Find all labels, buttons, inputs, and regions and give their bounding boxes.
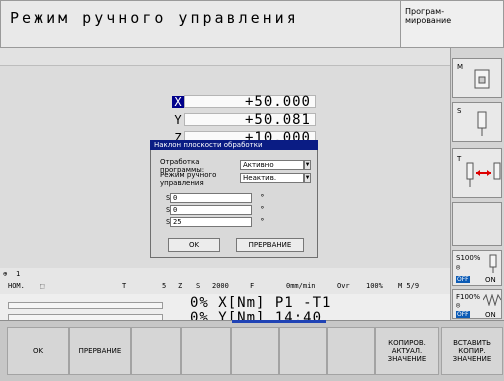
softkey-level-indicator	[232, 320, 326, 323]
dialog-title: Наклон плоскости обработки	[150, 140, 318, 150]
f100-label: F100%	[456, 293, 481, 301]
t-label: T	[122, 282, 127, 290]
axis-x-label[interactable]: X	[172, 96, 184, 108]
program-mode-line2: мирование	[405, 16, 452, 25]
dialog-cancel-button[interactable]: ПРЕРВАНИЕ	[236, 238, 304, 252]
spindle-icon	[477, 111, 487, 136]
softkey-ok[interactable]: OK	[7, 327, 69, 375]
spb-input[interactable]: 0	[170, 205, 252, 215]
tool-change-icon	[466, 162, 501, 187]
s100-label: S100%	[456, 254, 481, 262]
softkey-4[interactable]	[181, 327, 231, 375]
axis-x-value: +50.000	[184, 95, 316, 109]
dial-icon: ◎	[456, 301, 461, 309]
s-label: S	[196, 282, 201, 290]
f-off-badge[interactable]: OFF	[456, 311, 470, 318]
subheader-bar	[0, 48, 450, 66]
ovr-label: Ovr	[337, 282, 350, 290]
softkey-cancel[interactable]: ПРЕРВАНИЕ	[69, 327, 131, 375]
machine-icon	[474, 69, 490, 89]
axis-y-value: +50.081	[184, 113, 316, 127]
tool-number: 1	[16, 270, 21, 278]
chevron-down-icon[interactable]: ▼	[304, 173, 311, 183]
program-mode-line1: Програм-	[405, 7, 445, 16]
dialog-ok-button[interactable]: OK	[168, 238, 220, 252]
spc-unit: °	[260, 217, 265, 226]
program-mode-box[interactable]: Програм- мирование	[400, 0, 504, 48]
program-run-select[interactable]: Активно	[240, 160, 304, 170]
spa-input[interactable]: 0	[170, 193, 252, 203]
spb-unit: °	[260, 205, 265, 214]
f-value: 0mm/min	[286, 282, 316, 290]
dial-icon: ◎	[456, 263, 461, 271]
axis-y-label[interactable]: Y	[172, 114, 184, 126]
ovr-value: 100%	[366, 282, 383, 290]
softkey-copy-actual[interactable]: КОПИРОВ. АКТУАЛ. ЗНАЧЕНИЕ	[375, 327, 439, 375]
m-label: M	[457, 63, 464, 71]
feed-wave-icon	[483, 294, 501, 306]
t-label: T	[457, 155, 462, 163]
s-on-label[interactable]: ON	[485, 276, 496, 284]
z-label: Z	[178, 282, 183, 290]
nom-label: НОМ.	[8, 282, 25, 290]
f-on-label[interactable]: ON	[485, 311, 496, 319]
s-off-badge[interactable]: OFF	[456, 276, 470, 283]
t-value: 5	[162, 282, 167, 290]
empty-side-button[interactable]	[452, 202, 502, 246]
spindle-small-icon	[489, 254, 497, 273]
manual-mode-label: Режим ручного управления	[160, 171, 217, 187]
softkey-7[interactable]	[327, 327, 375, 375]
load-bar-x	[8, 302, 163, 309]
dashed-box-icon: ⬚	[40, 282, 45, 290]
s-value: 2000	[212, 282, 229, 290]
manual-mode-select[interactable]: Неактив.	[240, 173, 304, 183]
spindle-override-button[interactable]: S100% ◎ OFF ON	[452, 250, 502, 286]
mode-title: Режим ручного управления	[10, 9, 299, 27]
tool-axis-icon: ⊕	[3, 270, 8, 278]
t-function-button[interactable]: T	[452, 148, 502, 198]
spa-unit: °	[260, 193, 265, 202]
s-function-button[interactable]: S	[452, 102, 502, 142]
softkey-3[interactable]	[131, 327, 181, 375]
softkey-paste-value[interactable]: ВСТАВИТЬ КОПИР. ЗНАЧЕНИЕ	[441, 327, 503, 375]
load-line-x: 0% X[Nm] P1 -T1	[190, 295, 332, 311]
softkey-5[interactable]	[231, 327, 279, 375]
spc-input[interactable]: 25	[170, 217, 252, 227]
f-label: F	[250, 282, 255, 290]
softkey-6[interactable]	[279, 327, 327, 375]
s-label: S	[457, 107, 462, 115]
feed-override-button[interactable]: F100% ◎ OFF ON	[452, 289, 502, 319]
m-function-button[interactable]: M	[452, 58, 502, 98]
chevron-down-icon[interactable]: ▼	[304, 160, 311, 170]
m-label: M 5/9	[398, 282, 420, 290]
